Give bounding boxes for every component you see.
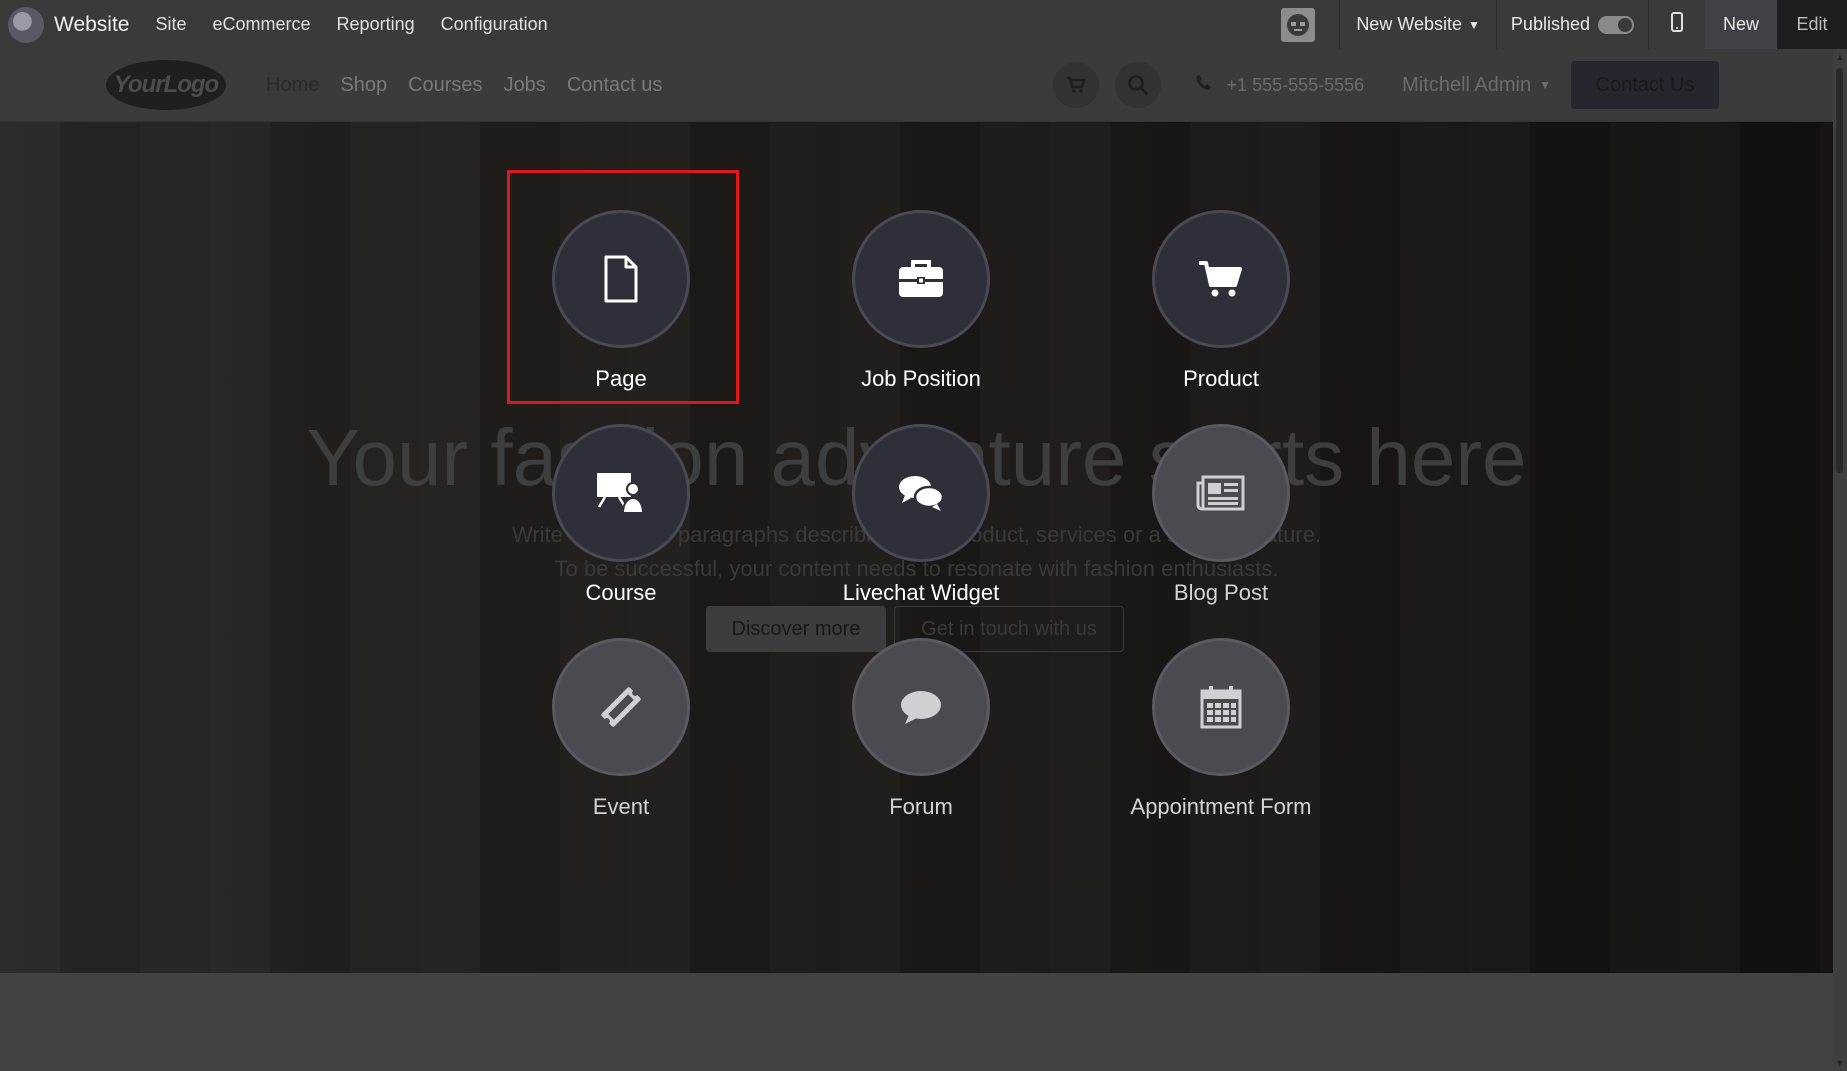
picker-product-circle[interactable] [1152, 210, 1290, 348]
picker-course-label: Course [585, 580, 657, 605]
cart-icon [1199, 261, 1242, 297]
picker-item-forum[interactable]: Forum [771, 638, 1071, 820]
comment-icon [901, 691, 941, 724]
picker-event-circle[interactable] [552, 638, 690, 776]
chat-bubbles-icon [899, 476, 945, 511]
picker-appointment-circle[interactable] [1152, 638, 1290, 776]
picker-appointment-label: Appointment Form [1130, 794, 1312, 819]
picker-item-course[interactable]: Course [471, 424, 771, 606]
picker-product-label: Product [1183, 366, 1259, 391]
newspaper-icon [1196, 475, 1245, 511]
picker-job-circle[interactable] [852, 210, 990, 348]
ticket-icon [601, 687, 641, 727]
picker-item-livechat-widget[interactable]: Livechat Widget [771, 424, 1071, 606]
presentation-icon [597, 473, 645, 514]
picker-forum-label: Forum [889, 794, 953, 819]
picker-item-product[interactable]: Product [1071, 210, 1371, 392]
new-content-picker: Page Job Position Product Course Livecha… [0, 0, 1847, 1071]
picker-item-blog-post[interactable]: Blog Post [1071, 424, 1371, 606]
picker-item-event[interactable]: Event [471, 638, 771, 820]
picker-job-label: Job Position [861, 366, 981, 391]
picker-livechat-circle[interactable] [852, 424, 990, 562]
picker-course-circle[interactable] [552, 424, 690, 562]
picker-item-appointment-form[interactable]: Appointment Form [1071, 638, 1371, 820]
picker-blog-label: Blog Post [1173, 580, 1269, 605]
picker-event-label: Event [592, 794, 650, 819]
picker-blog-circle[interactable] [1152, 424, 1290, 562]
briefcase-icon [899, 260, 943, 297]
picker-item-job-position[interactable]: Job Position [771, 210, 1071, 392]
picker-forum-circle[interactable] [852, 638, 990, 776]
calendar-icon [1200, 686, 1242, 729]
selection-highlight [507, 170, 739, 404]
picker-livechat-label: Livechat Widget [842, 580, 1000, 605]
